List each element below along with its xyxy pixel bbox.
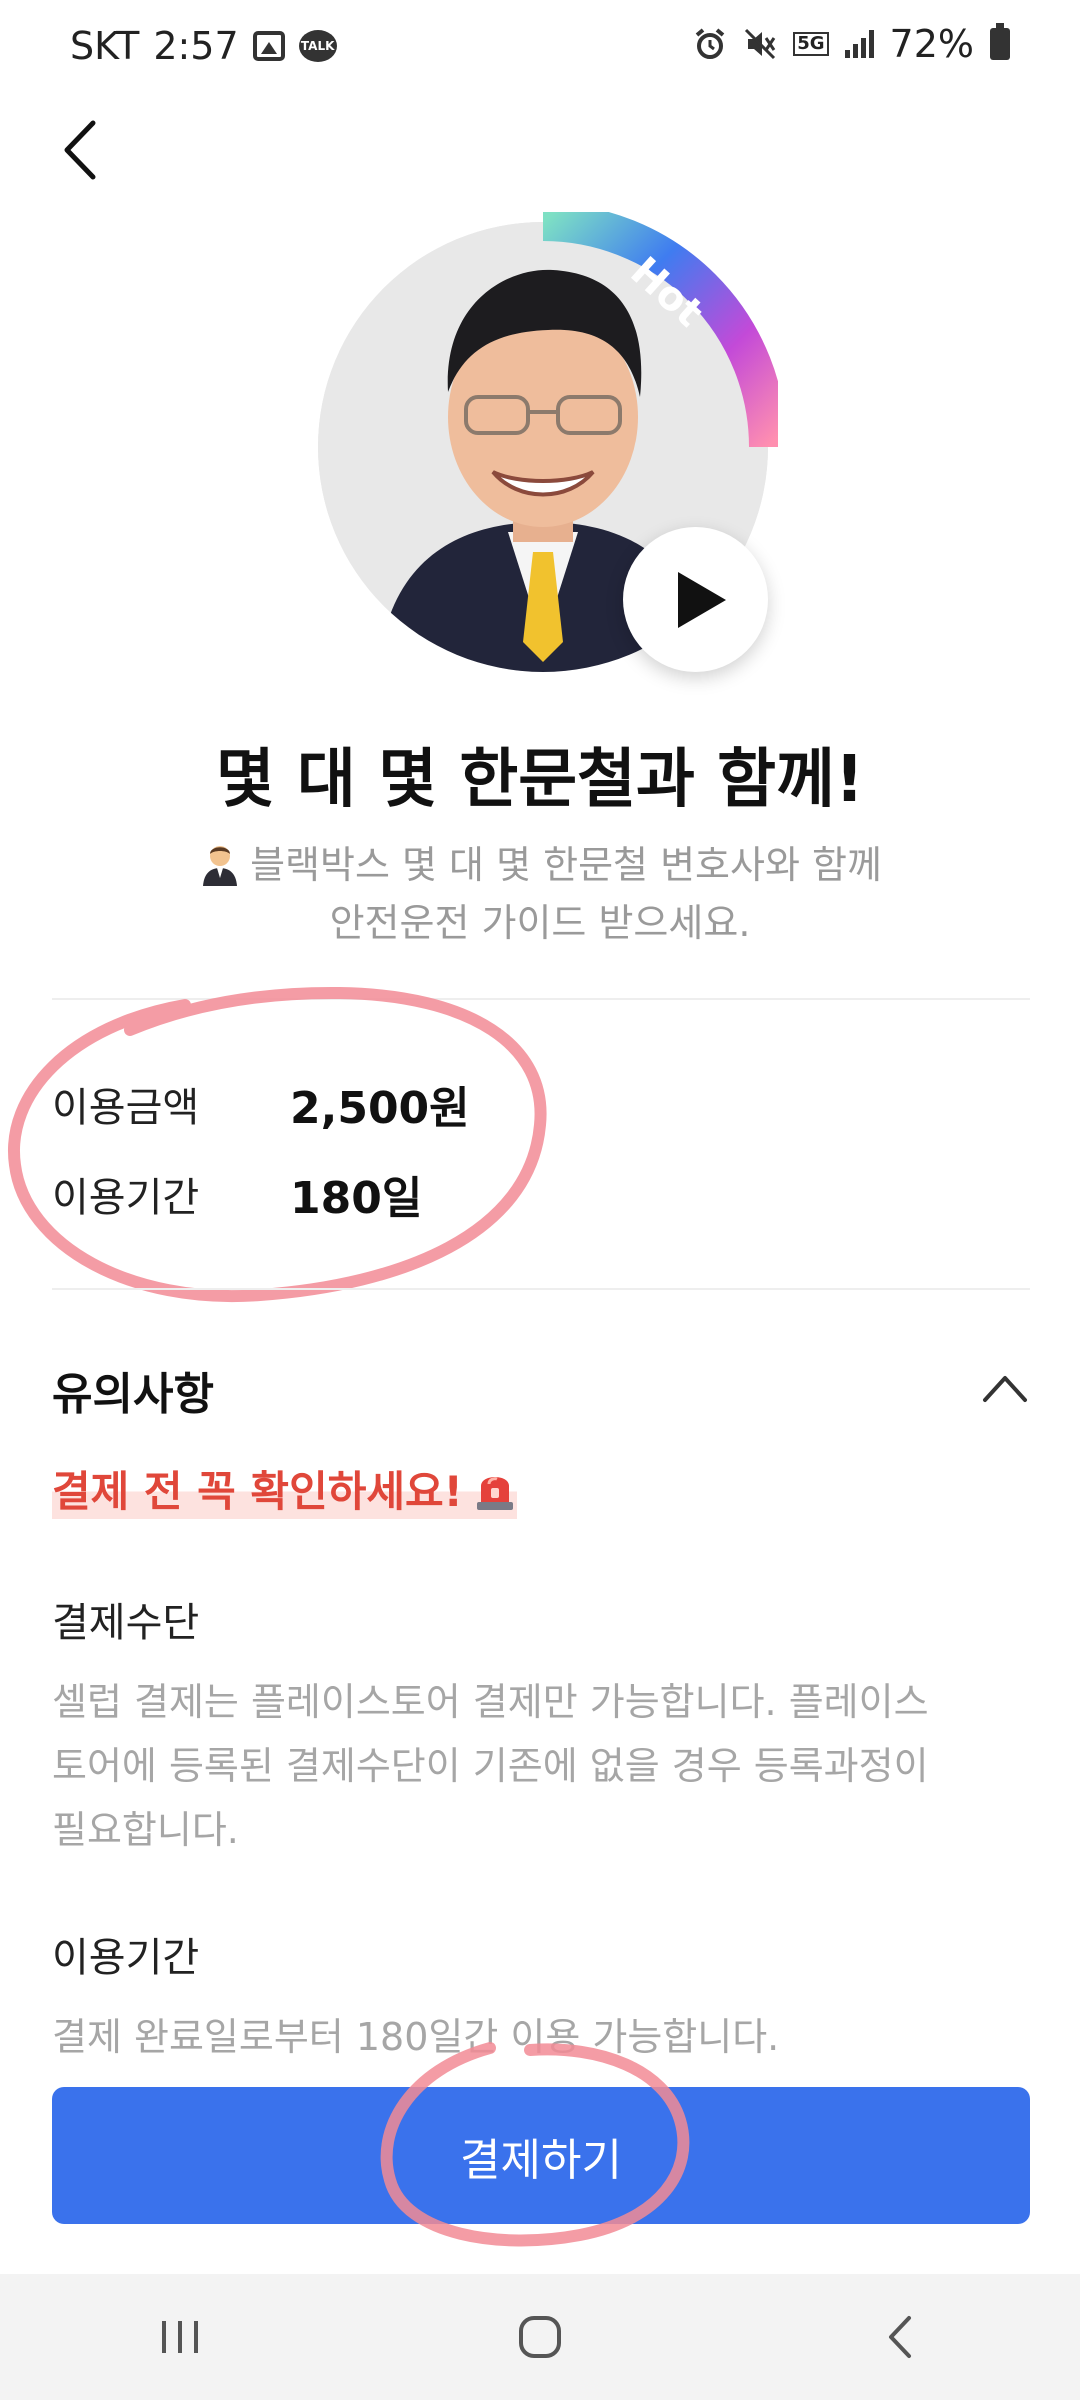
notice-heading: 유의사항 [52,1369,214,1420]
recent-apps-icon [162,2321,198,2353]
profile-avatar-area: Hot [318,212,778,672]
system-nav-bar [0,2274,1080,2400]
back-arrow-icon [64,120,96,180]
payment-warning-text: 결제 전 꼭 확인하세요! [52,1467,463,1516]
annotation-circle-pay [380,2042,690,2247]
play-icon [677,571,726,628]
talk-icon: TALK [298,30,337,62]
image-icon [252,31,285,61]
section-title-usage-period: 이용기간 [52,1935,200,1981]
body-line: 토어에 등록된 결제수단이 기존에 없을 경우 등록과정이 [52,1744,929,1788]
body-line: 필요합니다. [52,1808,239,1852]
battery-icon [990,23,1010,60]
payment-warning: 결제 전 꼭 확인하세요! [52,1458,517,1519]
nav-back-button[interactable] [720,2274,1080,2400]
play-button[interactable] [623,527,768,672]
section-title-payment-method: 결제수단 [52,1600,200,1646]
battery-percent: 72% [889,22,974,66]
divider [52,1288,1030,1290]
network-type: 5G [793,32,829,56]
chevron-up-icon[interactable] [980,1370,1030,1406]
alarm-icon [695,28,725,59]
lawyer-emoji-icon [203,846,238,886]
page-title: 몇 대 몇 한문철과 함께! [215,743,865,817]
mute-icon [745,28,776,60]
back-button[interactable] [40,110,120,190]
page-subtitle: 블랙박스 몇 대 몇 한문철 변호사와 함께 안전운전 가이드 받으세요. [140,836,940,952]
subtitle-line-1: 블랙박스 몇 대 몇 한문철 변호사와 함께 [250,843,882,887]
clock: 2:57 [153,24,239,68]
section-body-payment-method: 셀럽 결제는 플레이스토어 결제만 가능합니다. 플레이스 토어에 등록된 결제… [52,1670,1032,1862]
subtitle-line-2: 안전운전 가이드 받으세요. [329,901,751,945]
recent-apps-button[interactable] [0,2274,360,2400]
carrier-label: SKT [70,24,140,68]
nav-back-icon [889,2316,911,2358]
body-line: 셀럽 결제는 플레이스토어 결제만 가능합니다. 플레이스 [52,1680,929,1724]
status-bar: SKT 2:57 TALK 5G 72% [0,0,1080,100]
annotation-circle-price [8,986,547,1303]
home-button[interactable] [360,2274,720,2400]
siren-icon [476,1476,513,1510]
home-icon [519,2316,561,2358]
signal-icon [844,30,874,58]
